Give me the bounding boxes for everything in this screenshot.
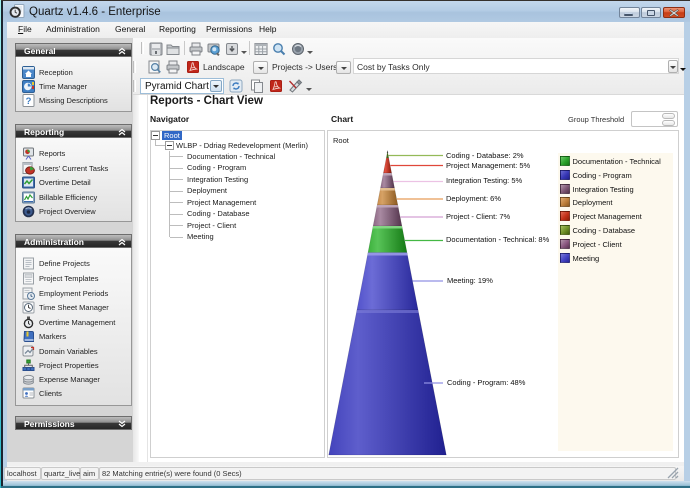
- svg-text:?: ?: [26, 96, 32, 107]
